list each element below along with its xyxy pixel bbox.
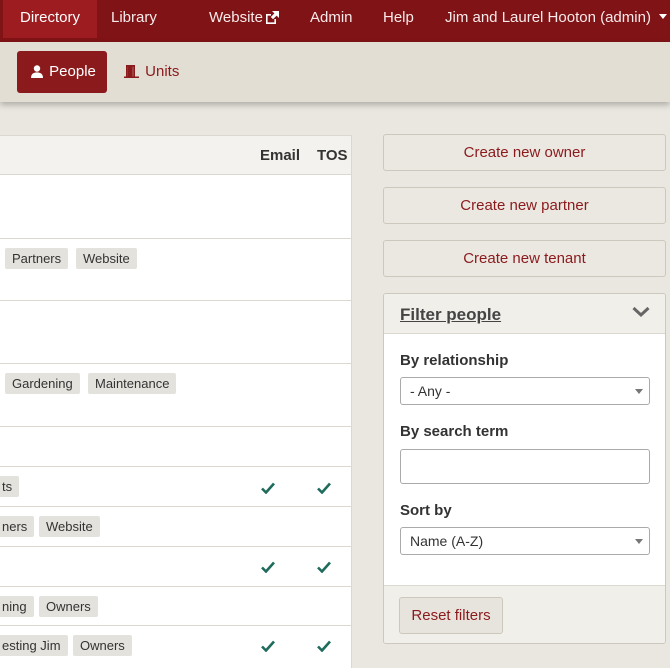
relationship-select[interactable]: - Any - xyxy=(400,377,650,405)
external-link-icon xyxy=(265,11,279,24)
column-header-tos[interactable]: TOS xyxy=(317,147,348,164)
table-row[interactable] xyxy=(0,427,351,467)
nav-user-menu[interactable]: Jim and Laurel Hooton (admin) xyxy=(445,0,668,36)
relationship-label: By relationship xyxy=(400,352,509,369)
tag[interactable]: Website xyxy=(76,248,137,269)
table-row[interactable]: ning Owners xyxy=(0,587,351,626)
user-menu-label: Jim and Laurel Hooton (admin) xyxy=(445,9,651,26)
tab-people-label: People xyxy=(49,63,96,80)
table-row[interactable]: Gardening Maintenance xyxy=(0,364,351,427)
tab-units-label: Units xyxy=(145,63,180,80)
table-row[interactable] xyxy=(0,176,351,239)
tag[interactable]: Website xyxy=(39,516,100,537)
filter-panel-header[interactable]: Filter people xyxy=(384,294,665,334)
tab-units[interactable]: Units xyxy=(124,51,179,93)
door-icon xyxy=(124,65,139,78)
table-row[interactable] xyxy=(0,547,351,587)
nav-admin[interactable]: Admin xyxy=(310,0,353,36)
chevron-down-icon[interactable] xyxy=(632,306,650,318)
select-caret-icon xyxy=(635,389,643,394)
select-caret-icon xyxy=(635,539,643,544)
search-term-label: By search term xyxy=(400,423,509,440)
tag[interactable]: Partners xyxy=(5,248,69,269)
create-owner-button[interactable]: Create new owner xyxy=(383,134,666,171)
table-header: Email TOS xyxy=(0,136,351,175)
tag[interactable]: ning xyxy=(0,596,34,617)
filter-panel-footer: Reset filters xyxy=(384,585,665,643)
filter-panel-title[interactable]: Filter people xyxy=(400,305,501,325)
check-icon xyxy=(261,482,275,494)
check-icon xyxy=(261,561,275,573)
relationship-select-value: - Any - xyxy=(410,383,451,399)
nav-library[interactable]: Library xyxy=(111,0,157,36)
table-row[interactable]: ts xyxy=(0,467,351,507)
user-icon xyxy=(31,65,43,78)
nav-website[interactable]: Website xyxy=(209,0,279,36)
table-row[interactable]: Partners Website xyxy=(0,239,351,301)
top-navbar: Directory Library Website Admin Help Jim… xyxy=(0,0,670,42)
sort-by-select-value: Name (A-Z) xyxy=(410,533,484,549)
people-table: Email TOS Partners Website Gardening Mai… xyxy=(0,135,352,668)
table-row[interactable]: esting Jim Owners xyxy=(0,626,351,666)
table-row[interactable]: ners Website xyxy=(0,507,351,547)
tag[interactable]: Gardening xyxy=(5,373,80,394)
sub-navbar: People Units xyxy=(0,42,670,102)
check-icon xyxy=(317,640,331,652)
nav-directory[interactable]: Directory xyxy=(3,0,98,38)
create-partner-button[interactable]: Create new partner xyxy=(383,187,666,224)
sort-by-label: Sort by xyxy=(400,502,452,519)
tag[interactable]: Owners xyxy=(39,596,98,617)
search-term-input[interactable] xyxy=(400,449,650,484)
tag[interactable]: esting Jim xyxy=(0,635,68,656)
nav-website-label: Website xyxy=(209,9,263,26)
sort-by-select[interactable]: Name (A-Z) xyxy=(400,527,650,555)
tab-people[interactable]: People xyxy=(17,51,107,93)
column-header-email[interactable]: Email xyxy=(260,147,300,164)
filter-panel: Filter people By relationship - Any - By… xyxy=(383,293,666,644)
create-tenant-button[interactable]: Create new tenant xyxy=(383,240,666,277)
tag[interactable]: Owners xyxy=(73,635,132,656)
caret-down-icon xyxy=(659,14,668,19)
tag[interactable]: ners xyxy=(0,516,35,537)
table-row[interactable] xyxy=(0,301,351,364)
nav-help[interactable]: Help xyxy=(383,0,414,36)
check-icon xyxy=(261,640,275,652)
tag[interactable]: ts xyxy=(0,476,20,497)
tag[interactable]: Maintenance xyxy=(88,373,177,394)
check-icon xyxy=(317,561,331,573)
check-icon xyxy=(317,482,331,494)
reset-filters-button[interactable]: Reset filters xyxy=(399,597,503,634)
